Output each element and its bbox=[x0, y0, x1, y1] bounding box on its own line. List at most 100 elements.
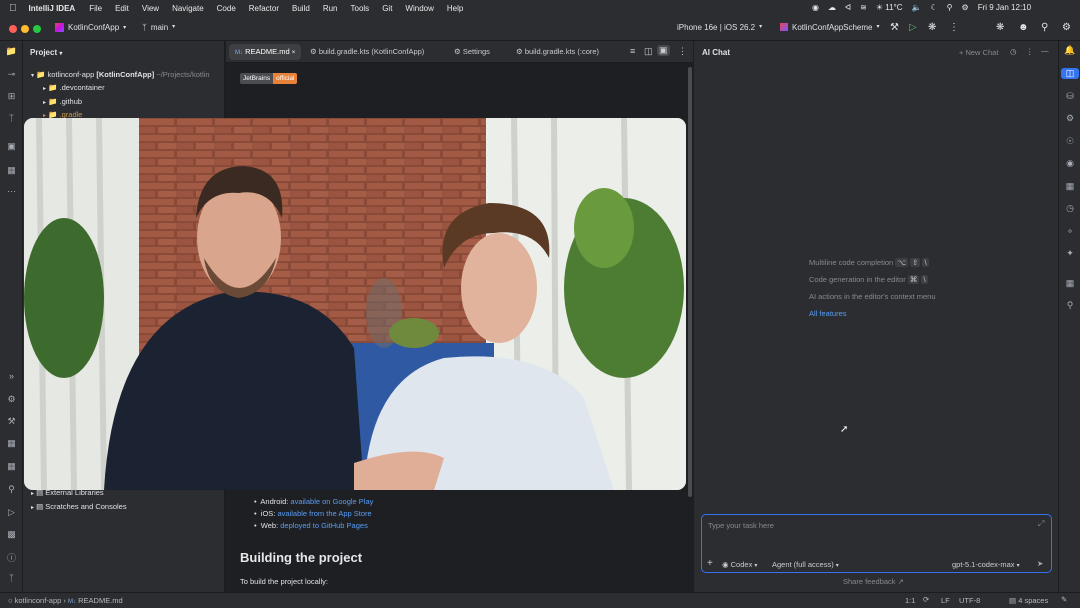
notifications-icon[interactable]: 🔔 bbox=[1059, 45, 1080, 56]
add-context-icon[interactable]: + bbox=[707, 558, 713, 569]
history-icon[interactable]: ◷ bbox=[1010, 47, 1017, 56]
menu-file[interactable]: File bbox=[89, 4, 102, 13]
database-icon[interactable]: ⛁ bbox=[1059, 91, 1080, 102]
terminal-icon[interactable]: ▩ bbox=[0, 529, 23, 540]
all-features-link[interactable]: All features bbox=[809, 305, 936, 322]
record-icon[interactable]: ◉ bbox=[812, 3, 819, 12]
menu-code[interactable]: Code bbox=[217, 4, 236, 13]
more-tools-icon[interactable]: ⋯ bbox=[0, 186, 23, 197]
mode-selector[interactable]: Agent (full access) ▾ bbox=[772, 560, 839, 569]
tree-item[interactable]: ▸ 📁 .github bbox=[43, 97, 82, 106]
tree-root[interactable]: ▾ 📁 kotlinconf-app [KotlinConfApp] ~/Pro… bbox=[31, 70, 225, 79]
new-chat-button[interactable]: + New Chat bbox=[959, 48, 998, 57]
editor-only-icon[interactable]: ≡ bbox=[630, 46, 635, 56]
moon-icon[interactable]: ☾ bbox=[931, 3, 938, 12]
android-icon[interactable]: ▦ bbox=[0, 461, 23, 472]
close-window-button[interactable] bbox=[9, 25, 17, 33]
indent-setting[interactable]: ▤ 4 spaces bbox=[1009, 596, 1048, 605]
commit-icon[interactable]: ⊸ bbox=[0, 69, 23, 80]
share-feedback-link[interactable]: Share feedback ↗ bbox=[843, 577, 904, 586]
minimize-window-button[interactable] bbox=[21, 25, 29, 33]
running-devices-icon[interactable]: ☉ bbox=[1059, 136, 1080, 147]
ai-assistant-icon[interactable]: ❋ bbox=[996, 22, 1004, 33]
build-hammer-icon[interactable]: ⚒ bbox=[890, 22, 899, 33]
bluetooth-icon[interactable]: ᐊ bbox=[845, 3, 851, 12]
model-selector[interactable]: gpt-5.1-codex-max ▾ bbox=[952, 560, 1020, 569]
breadcrumb-root[interactable]: kotlinconf-app bbox=[15, 596, 62, 605]
search-everywhere-icon[interactable]: ⚲ bbox=[1041, 22, 1048, 33]
wifi-off-icon[interactable]: ≋ bbox=[860, 3, 867, 12]
run-config-selector[interactable]: KotlinConfAppScheme ▾ bbox=[780, 23, 880, 32]
google-play-link[interactable]: available on Google Play bbox=[290, 497, 373, 506]
layout-inspector-icon[interactable]: ✦ bbox=[1059, 248, 1080, 259]
resource-manager-icon[interactable]: ▣ bbox=[0, 141, 23, 152]
device-explorer-icon[interactable]: ▦ bbox=[1059, 181, 1080, 192]
problems-icon[interactable]: ⓘ bbox=[0, 551, 23, 564]
app-store-link[interactable]: available from the App Store bbox=[277, 509, 371, 518]
tree-item[interactable]: ▸ ▤ Scratches and Consoles bbox=[31, 502, 127, 511]
add-user-icon[interactable]: ☻ bbox=[1018, 22, 1029, 33]
settings-gear-icon[interactable]: ⚙ bbox=[1062, 22, 1071, 33]
structure-icon[interactable]: ⊞ bbox=[0, 91, 23, 102]
debug-icon[interactable]: ❋ bbox=[928, 22, 936, 33]
search-icon[interactable]: ⚲ bbox=[947, 3, 953, 12]
menu-tools[interactable]: Tools bbox=[351, 4, 370, 13]
minimize-icon[interactable]: — bbox=[1041, 46, 1049, 55]
task-input-box[interactable]: Type your task here ⤢ + ◉ Codex ▾ Agent … bbox=[701, 514, 1052, 573]
editor-scrollbar[interactable] bbox=[688, 67, 692, 497]
project-view-selector[interactable]: Project ▾ bbox=[30, 48, 62, 57]
pull-request-icon[interactable]: ᛉ bbox=[0, 113, 23, 123]
menu-navigate[interactable]: Navigate bbox=[172, 4, 204, 13]
menu-view[interactable]: View bbox=[142, 4, 159, 13]
menu-git[interactable]: Git bbox=[382, 4, 392, 13]
device-manager-icon[interactable]: ▦ bbox=[0, 165, 23, 176]
preview-icon[interactable]: ▣ bbox=[657, 45, 670, 56]
menu-edit[interactable]: Edit bbox=[115, 4, 129, 13]
build-icon[interactable]: ⚒ bbox=[0, 416, 23, 427]
tree-item[interactable]: ▸ 📁 .devcontainer bbox=[43, 83, 105, 92]
more-icon[interactable]: ⋮ bbox=[678, 46, 687, 57]
gradle-icon[interactable]: ⚙ bbox=[1059, 113, 1080, 124]
tab-readme[interactable]: M↓ README.md × bbox=[235, 47, 295, 56]
send-icon[interactable]: ➤ bbox=[1037, 559, 1043, 568]
find-icon[interactable]: ⚲ bbox=[1059, 300, 1080, 311]
cloud-icon[interactable]: ☁ bbox=[828, 3, 836, 12]
breadcrumb-file[interactable]: README.md bbox=[78, 596, 123, 605]
more-icon[interactable]: ⋮ bbox=[949, 22, 959, 33]
app-menu[interactable]: IntelliJ IDEA bbox=[29, 4, 76, 13]
emulator-icon[interactable]: ◷ bbox=[1059, 203, 1080, 214]
device-selector[interactable]: iPhone 16e | iOS 26.2 ▾ bbox=[677, 23, 762, 32]
read-only-toggle-icon[interactable]: ✎ bbox=[1061, 595, 1067, 604]
menu-run[interactable]: Run bbox=[323, 4, 338, 13]
tab-build-gradle-app[interactable]: ⚙ build.gradle.kts (KotlinConfApp) bbox=[310, 47, 424, 56]
plugins-icon[interactable]: ⚙ bbox=[0, 394, 23, 405]
line-separator[interactable]: LF bbox=[941, 596, 950, 605]
weather[interactable]: ☀ 11°C bbox=[876, 3, 903, 12]
jetbrains-badge[interactable]: JetBrains official bbox=[240, 73, 298, 84]
project-switcher[interactable]: KotlinConfApp ▾ bbox=[55, 23, 126, 32]
menu-help[interactable]: Help bbox=[447, 4, 463, 13]
copilot-icon[interactable]: ◉ bbox=[1059, 158, 1080, 169]
menu-refactor[interactable]: Refactor bbox=[249, 4, 279, 13]
github-pages-link[interactable]: deployed to GitHub Pages bbox=[280, 521, 368, 530]
split-view-icon[interactable]: ◫ bbox=[644, 46, 653, 57]
agent-selector[interactable]: ◉ Codex ▾ bbox=[722, 560, 757, 569]
more-icon[interactable]: ⋮ bbox=[1026, 47, 1034, 56]
menu-window[interactable]: Window bbox=[405, 4, 433, 13]
app-inspection-icon[interactable]: ⚲ bbox=[0, 484, 23, 495]
logcat-icon[interactable]: ▦ bbox=[0, 438, 23, 449]
project-folder-icon[interactable]: 📁 bbox=[0, 46, 23, 57]
tab-settings[interactable]: ⚙ Settings bbox=[454, 47, 490, 56]
expand-icon[interactable]: ⤢ bbox=[1038, 519, 1044, 529]
caret-position[interactable]: 1:1 bbox=[905, 596, 915, 605]
volume-icon[interactable]: 🔈 bbox=[912, 3, 922, 12]
menu-build[interactable]: Build bbox=[292, 4, 310, 13]
bookmarks-icon[interactable]: ▦ bbox=[1059, 278, 1080, 289]
close-icon[interactable]: × bbox=[292, 50, 296, 56]
run-tool-icon[interactable]: ▷ bbox=[0, 507, 23, 518]
control-center-icon[interactable]: ⚙ bbox=[962, 3, 969, 12]
clock[interactable]: Fri 9 Jan 12:10 bbox=[978, 3, 1031, 12]
apple-icon[interactable]:  bbox=[9, 3, 17, 14]
task-input[interactable]: Type your task here bbox=[708, 521, 774, 530]
ai-chat-icon[interactable]: ◫ bbox=[1061, 68, 1079, 79]
